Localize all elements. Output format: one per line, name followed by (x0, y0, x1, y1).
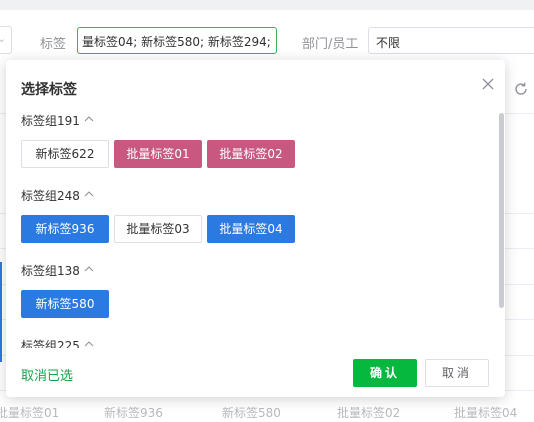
scrollbar[interactable] (499, 113, 504, 308)
clear-selection-link[interactable]: 取消已选 (21, 365, 73, 384)
chevron-up-icon (84, 191, 94, 197)
tag-chip-selected[interactable]: 新标签580 (21, 290, 109, 318)
table-cell: 新标签580 (222, 406, 281, 420)
table-cell: 批量标签01 (0, 406, 60, 420)
tag-filter-input[interactable]: 量标签04; 新标签580; 新标签294; (77, 27, 277, 54)
tag-group-title: 标签组138 (21, 264, 80, 278)
top-strip (0, 0, 534, 10)
close-icon[interactable] (480, 76, 496, 92)
chevron-up-icon (84, 341, 94, 347)
refresh-icon[interactable] (512, 80, 530, 98)
tag-group-header[interactable]: 标签组248 (21, 187, 94, 204)
chevron-up-icon (84, 116, 94, 122)
tag-group-title: 标签组191 (21, 114, 80, 128)
tag-chip-selected[interactable]: 批量标签02 (207, 140, 295, 168)
tag-group-header[interactable]: 标签组225 (21, 337, 94, 348)
chevron-up-icon (84, 266, 94, 272)
table-cell: 批量标签04 (454, 406, 518, 420)
dialog-title: 选择标签 (21, 82, 77, 98)
tag-filter-value: 量标签04; 新标签580; 新标签294; (82, 35, 271, 49)
filter-select-partial[interactable]: ⌄ (0, 26, 12, 54)
table-cell: 新标签936 (104, 406, 163, 420)
tag-chip-selected[interactable]: 新标签936 (21, 215, 109, 243)
tag-group-title: 标签组225 (21, 339, 80, 348)
tag-select-dialog: 选择标签 标签组191 新标签622 批量标签01 批量标签02 标签组248 … (6, 60, 505, 397)
tag-filter-label: 标签 (40, 37, 67, 52)
dept-filter-input[interactable]: 不限 (368, 27, 534, 54)
tag-chip[interactable]: 新标签622 (21, 140, 109, 168)
row-accent (0, 262, 2, 362)
dept-filter-label: 部门/员工 (302, 37, 359, 52)
confirm-button[interactable]: 确认 (353, 359, 417, 387)
table-cell: 批量标签02 (337, 406, 401, 420)
tag-chip-selected[interactable]: 批量标签01 (114, 140, 202, 168)
tag-group-list: 标签组191 新标签622 批量标签01 批量标签02 标签组248 新标签93… (6, 108, 505, 348)
tag-group-header[interactable]: 标签组191 (21, 112, 94, 129)
tag-group-title: 标签组248 (21, 189, 80, 203)
tag-group-header[interactable]: 标签组138 (21, 262, 94, 279)
chevron-down-icon: ⌄ (0, 32, 7, 45)
tag-chip[interactable]: 批量标签03 (114, 215, 202, 243)
dept-filter-value: 不限 (376, 36, 401, 50)
cancel-button[interactable]: 取消 (425, 359, 489, 387)
tag-chip-selected[interactable]: 批量标签04 (207, 215, 295, 243)
